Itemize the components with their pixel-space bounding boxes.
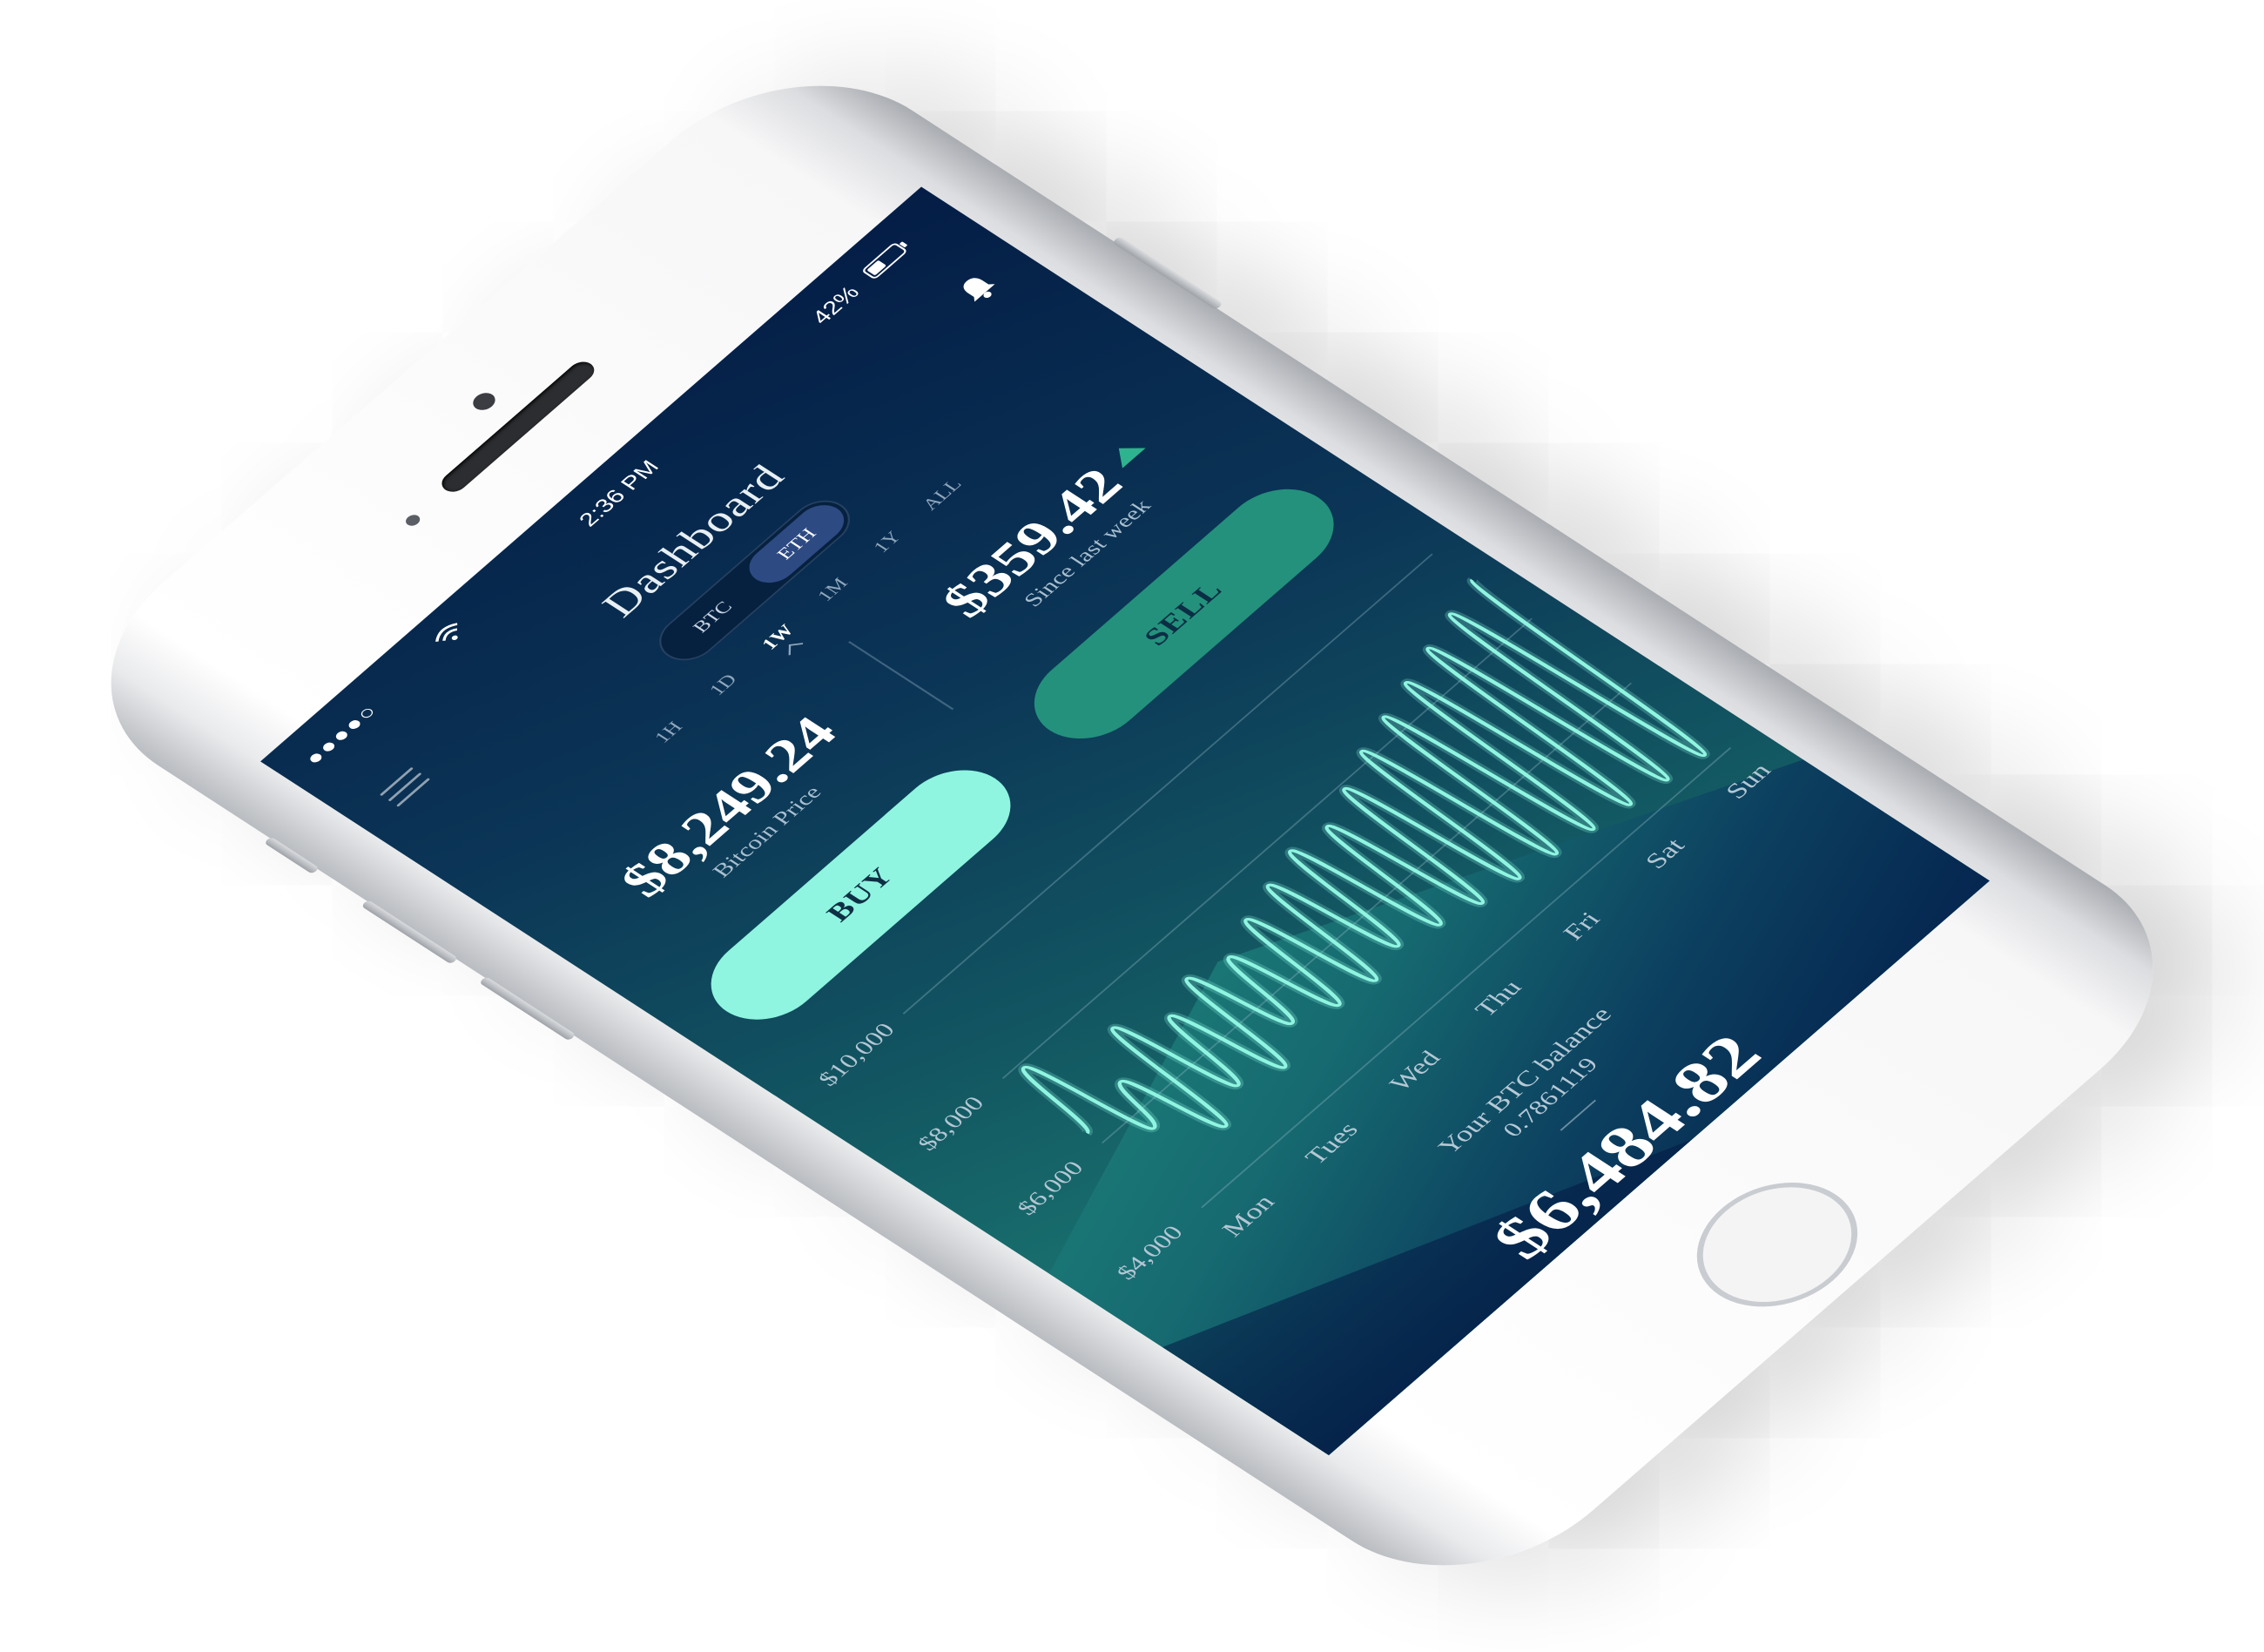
range-tab-1d[interactable]: 1D xyxy=(689,657,758,712)
phone-frame: ●●●●○ 2:36 PM 42% Dashboard BTC ETH 1H 1… xyxy=(40,33,2224,1618)
range-tab-1w[interactable]: 1W xyxy=(744,610,812,665)
chart-y-tick-label: $6,000 xyxy=(1012,1157,1089,1220)
range-tab-1y[interactable]: 1Y xyxy=(853,514,922,570)
mute-switch xyxy=(263,836,320,875)
range-tab-1m[interactable]: 1M xyxy=(798,562,867,617)
chart-x-tick-label: Thu xyxy=(1469,975,1527,1022)
status-time: 2:36 PM xyxy=(573,455,664,531)
chart-x-tick-label: Sat xyxy=(1639,833,1690,873)
battery-percentage: 42% xyxy=(805,281,865,328)
time-range-tabs: 1H 1D 1W 1M 1Y ALL xyxy=(466,320,1145,907)
page-title: Dashboard xyxy=(591,456,794,624)
range-tab-1h[interactable]: 1H xyxy=(634,705,703,760)
chart-y-tick-label: $8,000 xyxy=(913,1092,990,1155)
chart-y-tick-label: $10,000 xyxy=(813,1019,900,1090)
battery-icon xyxy=(860,241,908,280)
chart-x-tick-label: Fri xyxy=(1557,907,1606,945)
chart-x-tick-label: Wed xyxy=(1383,1046,1446,1096)
volume-down-button xyxy=(478,975,576,1042)
power-button xyxy=(1111,236,1223,310)
signal-strength: ●●●●○ xyxy=(299,699,384,770)
front-camera xyxy=(468,389,500,414)
chart-x-tick-label: Sun xyxy=(1719,759,1776,803)
range-tab-all[interactable]: ALL xyxy=(907,467,976,523)
up-arrow-icon xyxy=(1107,437,1146,469)
chart-x-tick-label: Tues xyxy=(1298,1117,1364,1169)
chart-y-tick-label: $4,000 xyxy=(1111,1222,1189,1285)
proximity-sensor xyxy=(402,512,423,529)
earpiece-speaker xyxy=(436,358,600,496)
wifi-icon xyxy=(435,623,458,642)
volume-up-button xyxy=(360,899,459,965)
home-button[interactable] xyxy=(1663,1157,1891,1332)
chart-x-tick-label: Mon xyxy=(1216,1190,1280,1242)
balance-divider xyxy=(1560,1099,1597,1131)
